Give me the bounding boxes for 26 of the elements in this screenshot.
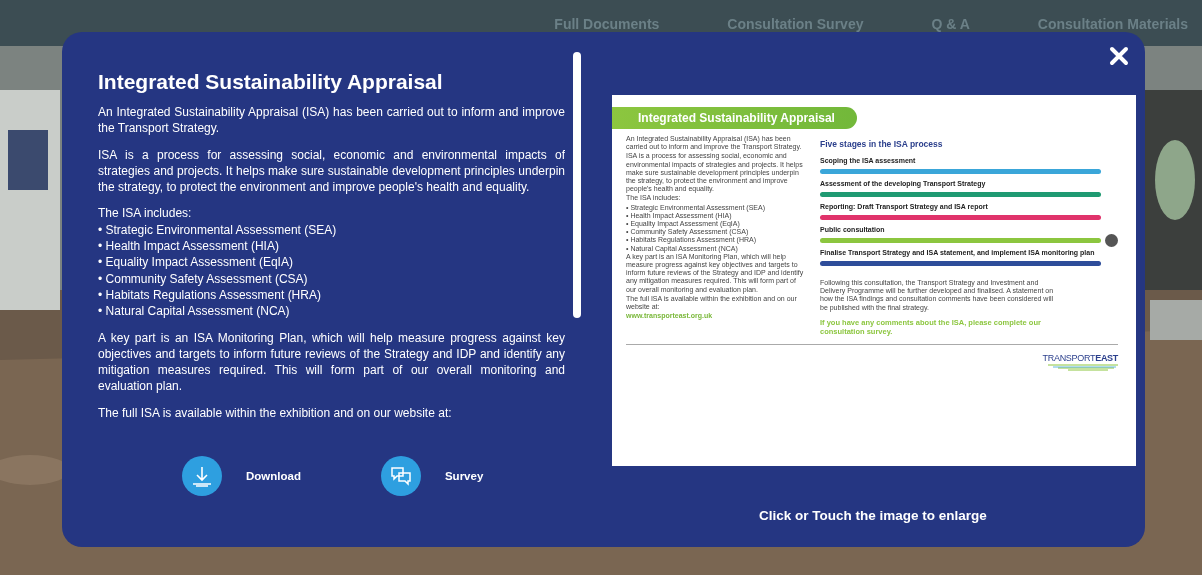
- logo: TRANSPORTEAST: [1042, 352, 1118, 371]
- body-paragraph: An Integrated Sustainability Appraisal (ISA) has been carried out to inform and improve the Transport Strategy.: [98, 104, 565, 137]
- stages-title: Five stages in the ISA process: [820, 139, 944, 149]
- chat-icon: [389, 465, 412, 487]
- body-paragraph: A key part is an ISA Monitoring Plan, which will help measure progress against key objectives and targets to inform future reviews of the Strategy and IDP and identify any mitigation measures required. This will form part of our overall monitoring and evaluation plan.: [98, 329, 565, 395]
- list-item: • Community Safety Assessment (CSA): [98, 270, 309, 287]
- list-item: • Health Impact Assessment (HIA): [98, 238, 280, 255]
- action-label[interactable]: Survey: [444, 470, 484, 482]
- list-heading: The ISA includes:: [98, 205, 193, 222]
- list-item: • Natural Capital Assessment (NCA): [98, 303, 291, 320]
- download-button[interactable]: [182, 456, 222, 496]
- body-paragraph: ISA is a process for assessing social, economic and environmental impacts of strategies and projects. It helps make sure sustainable development principles underpin the strategy, to protect the environment and improve people's health and equality.: [98, 146, 565, 196]
- survey-button[interactable]: [380, 456, 421, 496]
- document-heading: Integrated Sustainability Appraisal: [612, 107, 857, 129]
- body-paragraph: The full ISA is available within the exhibition and on our website at:: [98, 404, 453, 422]
- download-icon: [191, 465, 213, 487]
- close-icon: [1109, 46, 1129, 66]
- list-item: • Habitats Regulations Assessment (HRA): [98, 286, 322, 304]
- document-preview[interactable]: [612, 95, 1136, 466]
- list-item: • Strategic Environmental Assessment (SEA): [98, 221, 338, 239]
- action-label[interactable]: Download: [246, 470, 301, 482]
- enlarge-hint: Click or Touch the image to enlarge: [759, 508, 988, 523]
- close-button[interactable]: [1107, 44, 1131, 68]
- modal-title: Integrated Sustainability Appraisal: [98, 70, 444, 94]
- scrollbar-thumb[interactable]: [573, 52, 581, 318]
- list-item: • Equality Impact Assessment (EqIA): [98, 254, 294, 271]
